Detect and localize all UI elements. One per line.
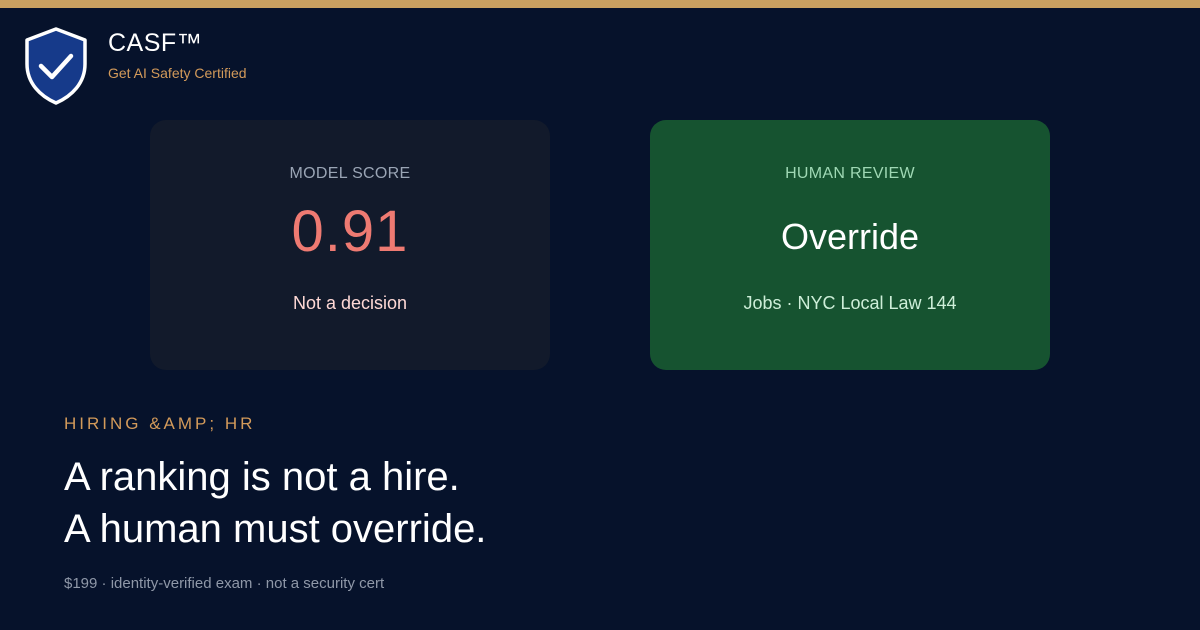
- brand-text: CASF™ Get AI Safety Certified: [108, 28, 247, 82]
- human-review-card: HUMAN REVIEW Override Jobs · NYC Local L…: [650, 120, 1050, 370]
- model-score-subtext: Not a decision: [292, 293, 408, 313]
- model-score-label: MODEL SCORE: [289, 165, 411, 182]
- shield-check-icon: [25, 27, 87, 105]
- human-review-subtext: Jobs · NYC Local Law 144: [743, 293, 957, 313]
- brand-tagline: Get AI Safety Certified: [108, 65, 247, 81]
- headline-line-1: A ranking is not a hire.: [64, 455, 460, 499]
- category-eyebrow: HIRING &AMP; HR: [64, 414, 256, 433]
- human-review-value: Override: [780, 216, 920, 257]
- footnote: $199 · identity-verified exam · not a se…: [64, 575, 385, 592]
- model-score-card: MODEL SCORE 0.91 Not a decision: [150, 120, 550, 370]
- headline-line-2: A human must override.: [64, 507, 487, 551]
- headline: A ranking is not a hire. A human must ov…: [64, 451, 486, 555]
- brand-header: CASF™ Get AI Safety Certified: [24, 26, 247, 106]
- human-review-label: HUMAN REVIEW: [785, 165, 915, 182]
- brand-name: CASF™: [108, 29, 203, 57]
- model-score-value: 0.91: [291, 199, 409, 264]
- top-accent-bar: [0, 0, 1200, 8]
